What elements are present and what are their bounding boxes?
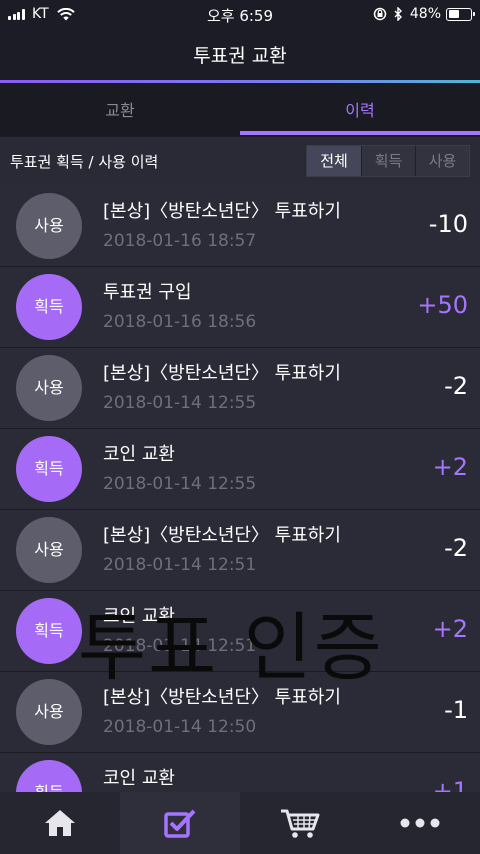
history-row[interactable]: 사용 [본상]〈방탄소년단〉 투표하기 2018-01-14 12:51 -2 (0, 510, 480, 591)
tab-history[interactable]: 이력 (240, 83, 480, 135)
gain-badge: 획득 (16, 436, 82, 502)
gain-badge: 획득 (16, 274, 82, 340)
tab-exchange-label: 교환 (105, 101, 135, 120)
filter-gain-button[interactable]: 획득 (361, 146, 415, 176)
row-title: 코인 교환 (103, 606, 175, 627)
vote-check-icon (164, 809, 196, 838)
status-bar: KT 오후 6:59 48% (0, 0, 480, 28)
tab-history-label: 이력 (345, 101, 375, 120)
battery-icon (446, 7, 475, 21)
nav-home-button[interactable] (0, 792, 120, 854)
row-title: [본상]〈방탄소년단〉 투표하기 (103, 201, 341, 222)
row-date: 2018-01-14 12:50 (103, 717, 257, 737)
row-date: 2018-01-16 18:56 (103, 312, 257, 332)
bottom-nav (0, 792, 480, 854)
row-date: 2018-01-14 12:55 (103, 474, 257, 494)
history-row[interactable]: 사용 [본상]〈방탄소년단〉 투표하기 2018-01-16 18:57 -10 (0, 186, 480, 267)
cart-icon (281, 809, 320, 838)
row-title: [본상]〈방탄소년단〉 투표하기 (103, 525, 341, 546)
history-row[interactable]: 사용 [본상]〈방탄소년단〉 투표하기 2018-01-14 12:55 -2 (0, 348, 480, 429)
row-amount: +1 (432, 777, 468, 792)
history-row[interactable]: 획득 코인 교환 +1 (0, 753, 480, 792)
bluetooth-icon (394, 7, 402, 21)
history-row[interactable]: 획득 투표권 구입 2018-01-16 18:56 +50 (0, 267, 480, 348)
gain-badge: 획득 (16, 598, 82, 664)
more-icon (400, 818, 440, 828)
status-right: 48% (373, 6, 475, 22)
use-badge: 사용 (16, 517, 82, 583)
history-filter: 전체 획득 사용 (306, 145, 470, 177)
rotation-lock-icon (373, 7, 387, 21)
active-tab-indicator (240, 131, 480, 135)
row-date: 2018-01-14 12:51 (103, 555, 257, 575)
use-badge: 사용 (16, 679, 82, 745)
tab-exchange[interactable]: 교환 (0, 83, 240, 135)
row-title: [본상]〈방탄소년단〉 투표하기 (103, 363, 341, 384)
row-title: 코인 교환 (103, 768, 175, 789)
row-amount: +2 (432, 615, 468, 643)
nav-more-button[interactable] (360, 792, 480, 854)
use-badge: 사용 (16, 355, 82, 421)
row-title: [본상]〈방탄소년단〉 투표하기 (103, 687, 341, 708)
row-amount: -2 (444, 372, 468, 400)
row-title: 코인 교환 (103, 444, 175, 465)
app-header: 투표권 교환 (0, 28, 480, 80)
history-row[interactable]: 획득 코인 교환 2018-01-14 12:51 +2 (0, 591, 480, 672)
page-title: 투표권 교환 (193, 45, 287, 67)
gain-badge: 획득 (16, 760, 82, 792)
history-row[interactable]: 획득 코인 교환 2018-01-14 12:55 +2 (0, 429, 480, 510)
battery-percent: 48% (409, 6, 441, 22)
nav-shop-button[interactable] (240, 792, 360, 854)
row-amount: -1 (444, 696, 468, 724)
nav-vote-button[interactable] (120, 792, 240, 854)
filter-row: 투표권 획득 / 사용 이력 전체 획득 사용 (0, 137, 480, 186)
history-list[interactable]: 사용 [본상]〈방탄소년단〉 투표하기 2018-01-16 18:57 -10… (0, 186, 480, 792)
use-badge: 사용 (16, 193, 82, 259)
row-date: 2018-01-14 12:55 (103, 393, 257, 413)
home-icon (45, 810, 75, 836)
row-date: 2018-01-14 12:51 (103, 636, 257, 656)
row-amount: +2 (432, 453, 468, 481)
history-row[interactable]: 사용 [본상]〈방탄소년단〉 투표하기 2018-01-14 12:50 -1 (0, 672, 480, 753)
row-date: 2018-01-16 18:57 (103, 231, 257, 251)
row-amount: -10 (428, 210, 468, 238)
filter-all-button[interactable]: 전체 (307, 146, 361, 176)
history-section-label: 투표권 획득 / 사용 이력 (10, 153, 159, 171)
row-title: 투표권 구입 (103, 282, 192, 303)
tab-bar: 교환 이력 (0, 83, 480, 135)
filter-use-button[interactable]: 사용 (415, 146, 469, 176)
row-amount: -2 (444, 534, 468, 562)
row-amount: +50 (417, 291, 468, 319)
